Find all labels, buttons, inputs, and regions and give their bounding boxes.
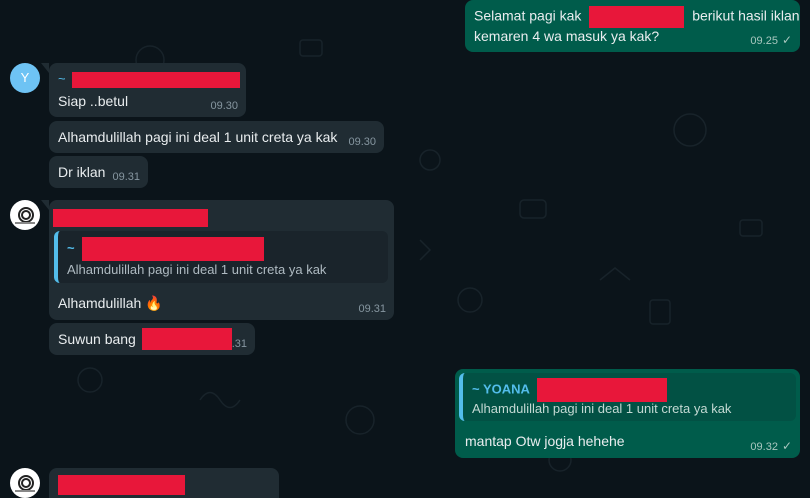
- incoming-message[interactable]: ~ Siap ..betul 09.30: [49, 63, 246, 117]
- logo-caption: [15, 222, 35, 224]
- sender-prefix: ~: [58, 71, 66, 86]
- timestamp: 09.25: [750, 35, 778, 47]
- message-meta: 09.25 ✓: [750, 33, 792, 47]
- quoted-text: Alhamdulillah pagi ini deal 1 unit creta…: [67, 262, 327, 277]
- timestamp: 09.32: [750, 441, 778, 453]
- fire-emoji-icon: 🔥: [145, 295, 163, 311]
- outgoing-message[interactable]: ~ YOANA Alhamdulillah pagi ini deal 1 un…: [455, 369, 800, 458]
- message-text: Selamat pagi kak: [474, 7, 582, 24]
- incoming-message[interactable]: ~ Alhamdulillah pagi ini deal 1 unit cre…: [49, 200, 394, 320]
- timestamp: 09.31: [358, 303, 386, 315]
- incoming-message[interactable]: Suwun bang .31: [49, 323, 255, 355]
- incoming-message[interactable]: [49, 468, 279, 498]
- timestamp: 09.30: [210, 100, 238, 112]
- message-text: Dr iklan: [58, 164, 106, 180]
- message-text: Suwun bang: [58, 331, 136, 347]
- timestamp: 09.31: [112, 171, 140, 183]
- timestamp: .31: [231, 338, 247, 350]
- avatar[interactable]: [10, 200, 40, 230]
- sent-check-icon: ✓: [781, 439, 792, 453]
- avatar[interactable]: Y: [10, 63, 40, 93]
- timestamp: 09.30: [348, 136, 376, 148]
- quoted-text: Alhamdulillah pagi ini deal 1 unit creta…: [472, 401, 732, 416]
- message-text: Alhamdulillah: [58, 295, 142, 311]
- logo-caption: [15, 490, 35, 492]
- message-text: Alhamdulillah pagi ini deal 1 unit creta…: [58, 129, 338, 145]
- quoted-sender-name: ~ YOANA: [472, 381, 530, 397]
- message-text-line2: kemaren 4 wa masuk ya kak?: [474, 28, 660, 44]
- bubble-tail: [41, 63, 49, 73]
- redacted-sender-name: [53, 209, 208, 227]
- redacted-name: [589, 6, 685, 28]
- quoted-message[interactable]: ~ YOANA Alhamdulillah pagi ini deal 1 un…: [459, 373, 796, 421]
- redacted-name: [82, 237, 265, 261]
- message-text: berikut hasil iklan: [692, 7, 800, 24]
- quoted-sender: ~: [67, 237, 265, 261]
- message-text: Siap ..betul: [58, 93, 129, 109]
- logo-icon-inner: [21, 478, 31, 488]
- incoming-message[interactable]: Dr iklan 09.31: [49, 156, 148, 188]
- avatar[interactable]: [10, 468, 40, 498]
- redacted-name: [72, 71, 241, 88]
- message-meta: 09.32 ✓: [750, 439, 792, 453]
- bubble-tail: [41, 200, 49, 210]
- quoted-sender: ~ YOANA: [472, 378, 668, 402]
- redacted-name: [537, 378, 668, 402]
- redacted-sender-name: [58, 475, 185, 495]
- outgoing-message[interactable]: Selamat pagi kak berikut hasil iklan kem…: [465, 0, 800, 52]
- logo-icon-inner: [21, 210, 31, 220]
- avatar-letter: Y: [20, 70, 30, 85]
- quoted-message[interactable]: ~ Alhamdulillah pagi ini deal 1 unit cre…: [54, 231, 388, 283]
- sent-check-icon: ✓: [781, 33, 792, 47]
- quote-prefix: ~: [67, 240, 75, 256]
- incoming-message[interactable]: Alhamdulillah pagi ini deal 1 unit creta…: [49, 121, 384, 153]
- message-text: mantap Otw jogja hehehe: [465, 433, 625, 449]
- sender-name: ~: [58, 71, 241, 88]
- redacted-name: [142, 328, 232, 350]
